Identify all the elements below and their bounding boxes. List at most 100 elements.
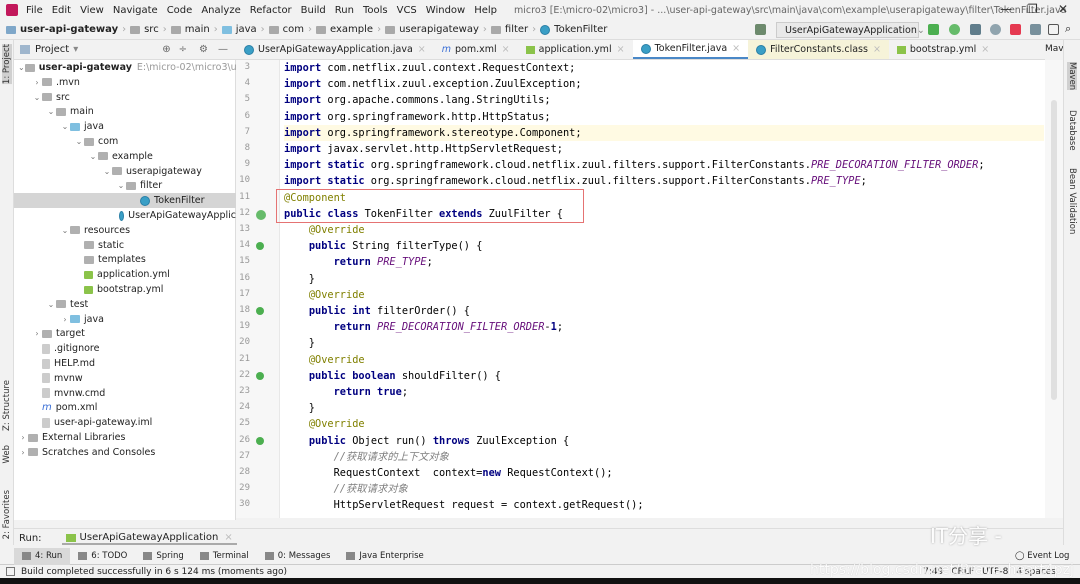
override-method-icon[interactable] <box>256 371 264 380</box>
scrollbar-thumb[interactable] <box>1051 100 1057 400</box>
project-view-select[interactable]: Project <box>35 44 69 55</box>
chevron-down-icon[interactable]: ⌄ <box>60 226 70 235</box>
profile-icon[interactable] <box>990 24 1001 35</box>
run-tab[interactable]: UserApiGatewayApplication × <box>61 532 237 545</box>
close-icon[interactable]: × <box>981 44 989 55</box>
menu-edit[interactable]: Edit <box>52 5 71 16</box>
close-icon[interactable]: × <box>732 43 740 54</box>
tree-item[interactable]: ⌄ user-api-gateway E:\micro-02\micro3\user… <box>14 60 236 75</box>
locate-icon[interactable]: ⊕ <box>162 44 170 55</box>
override-method-icon[interactable] <box>256 436 264 445</box>
gear-icon[interactable]: ⚙ <box>199 44 208 55</box>
breadcrumb-item[interactable]: src › <box>130 24 167 35</box>
override-method-icon[interactable] <box>256 242 264 251</box>
menu-file[interactable]: File <box>26 5 43 16</box>
chevron-down-icon[interactable]: ⌄ <box>32 93 42 102</box>
close-icon[interactable]: × <box>617 44 625 55</box>
menu-help[interactable]: Help <box>474 5 497 16</box>
tree-item[interactable]: ⌄ test <box>14 297 236 312</box>
chevron-down-icon[interactable]: ⌄ <box>88 152 98 161</box>
editor-tab[interactable]: TokenFilter.java × <box>632 40 749 59</box>
tree-item[interactable]: mvnw.cmd <box>14 386 236 401</box>
menu-tools[interactable]: Tools <box>363 5 388 16</box>
close-icon[interactable]: × <box>418 44 426 55</box>
tree-item[interactable]: ⌄ resources <box>14 223 236 238</box>
tree-item[interactable]: bootstrap.yml <box>14 282 236 297</box>
tree-item[interactable]: UserApiGatewayApplic <box>14 208 236 223</box>
menu-view[interactable]: View <box>80 5 104 16</box>
breadcrumb-item[interactable]: java › <box>221 24 265 35</box>
stop-icon[interactable] <box>1010 24 1021 35</box>
layout-icon[interactable] <box>1048 24 1059 35</box>
breadcrumb-item[interactable]: main › <box>170 24 218 35</box>
chevron-right-icon[interactable]: › <box>60 315 70 324</box>
coverage-icon[interactable] <box>970 24 981 35</box>
tree-item[interactable]: ⌄ filter <box>14 178 236 193</box>
chevron-right-icon[interactable]: › <box>18 448 28 457</box>
tree-item[interactable]: ⌄ main <box>14 104 236 119</box>
bean-validation-tool-button[interactable]: Bean Validation <box>1067 168 1077 234</box>
chevron-right-icon[interactable]: › <box>32 329 42 338</box>
tool-tab-spring[interactable]: Spring <box>135 548 191 565</box>
maven-tool-button[interactable]: Maven <box>1067 62 1077 91</box>
breadcrumb-item[interactable]: com › <box>268 24 312 35</box>
close-icon[interactable]: × <box>502 44 510 55</box>
structure-tool-button[interactable]: Z: Structure <box>2 380 12 431</box>
menu-window[interactable]: Window <box>426 5 465 16</box>
breadcrumb-item[interactable]: user-api-gateway › <box>6 24 126 35</box>
chevron-down-icon[interactable]: ⌄ <box>46 107 56 116</box>
tool-tab-terminal[interactable]: Terminal <box>192 548 257 565</box>
search-icon[interactable]: ⌕ <box>1065 22 1076 35</box>
chevron-right-icon[interactable]: › <box>18 433 28 442</box>
menu-run[interactable]: Run <box>335 5 354 16</box>
tree-item[interactable]: m pom.xml <box>14 400 236 415</box>
chevron-down-icon[interactable]: ⌄ <box>60 122 70 131</box>
tree-item[interactable]: › External Libraries <box>14 430 236 445</box>
breadcrumb-item[interactable]: userapigateway › <box>385 24 487 35</box>
tree-item[interactable]: › .mvn <box>14 75 236 90</box>
tool-tab-run[interactable]: 4: Run <box>14 547 71 565</box>
chevron-down-icon[interactable]: ⌄ <box>74 137 84 146</box>
project-structure-icon[interactable] <box>1030 24 1041 35</box>
chevron-down-icon[interactable]: ⌄ <box>18 63 25 72</box>
tree-item[interactable]: TokenFilter <box>14 193 236 209</box>
status-toggle-icon[interactable] <box>6 567 15 576</box>
editor-tab[interactable]: UserApiGatewayApplication.java × <box>236 40 434 59</box>
code-editor[interactable]: 3 4 5 6 7 8 9 10 11 12 13 14 15 16 17 18 19 20 21 22 23 24 25 2… <box>236 60 1045 518</box>
editor-tab[interactable]: bootstrap.yml × <box>889 40 997 59</box>
run-configuration-select[interactable]: UserApiGatewayApplication ⌄ <box>776 22 925 38</box>
tree-item[interactable]: user-api-gateway.iml <box>14 415 236 430</box>
spring-bean-icon[interactable] <box>256 209 266 220</box>
menu-analyze[interactable]: Analyze <box>201 5 240 16</box>
close-icon[interactable]: × <box>873 44 881 55</box>
chevron-down-icon[interactable]: ⌄ <box>102 167 112 176</box>
breadcrumb-item[interactable]: TokenFilter <box>540 24 607 35</box>
menu-code[interactable]: Code <box>167 5 193 16</box>
close-icon[interactable]: × <box>224 532 232 543</box>
chevron-down-icon[interactable]: ⌄ <box>116 181 126 190</box>
tree-item[interactable]: ⌄ example <box>14 149 236 164</box>
chevron-right-icon[interactable]: › <box>32 78 42 87</box>
menu-refactor[interactable]: Refactor <box>250 5 292 16</box>
tree-item[interactable]: ⌄ userapigateway <box>14 164 236 179</box>
tool-tab-messages[interactable]: 0: Messages <box>257 548 339 565</box>
editor-tab[interactable]: FilterConstants.class × <box>748 40 889 59</box>
tree-item[interactable]: › java <box>14 312 236 327</box>
rerun-icon[interactable] <box>928 24 939 35</box>
editor-tab[interactable]: m pom.xml × <box>434 40 518 59</box>
tree-item[interactable]: › Scratches and Consoles <box>14 445 236 460</box>
build-hammer-icon[interactable] <box>755 24 766 35</box>
tree-item[interactable]: ⌄ java <box>14 119 236 134</box>
event-log-button[interactable]: ◯ Event Log <box>1015 551 1069 561</box>
chevron-down-icon[interactable]: ⌄ <box>46 300 56 309</box>
breadcrumb-item[interactable]: example › <box>316 24 381 35</box>
menu-vcs[interactable]: VCS <box>397 5 417 16</box>
close-button[interactable]: ✕ <box>1058 2 1068 16</box>
tree-item[interactable]: application.yml <box>14 267 236 282</box>
editor-scrollbar[interactable] <box>1045 60 1063 518</box>
editor-tab[interactable]: application.yml × <box>518 40 633 59</box>
minimize-button[interactable]: — <box>1000 2 1012 16</box>
project-tool-button[interactable]: 1: Project <box>2 44 12 85</box>
tree-item[interactable]: › target <box>14 326 236 341</box>
tree-item[interactable]: HELP.md <box>14 356 236 371</box>
